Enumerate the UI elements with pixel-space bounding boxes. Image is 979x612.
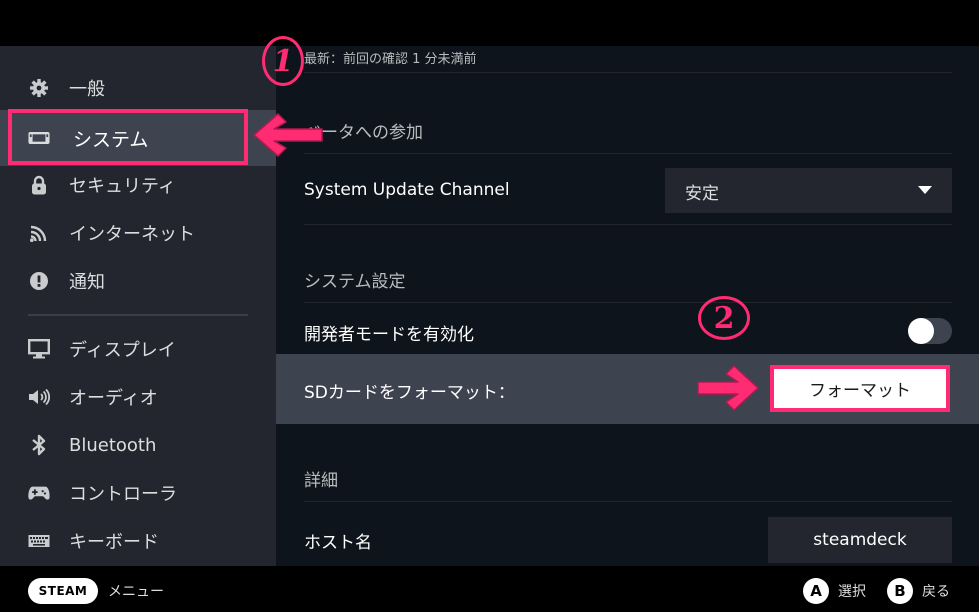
- developer-mode-toggle[interactable]: [908, 318, 952, 344]
- sidebar-item-label: キーボード: [69, 532, 159, 553]
- annotation-highlight-system: [8, 109, 248, 165]
- a-button-icon[interactable]: A: [803, 578, 829, 604]
- details-title: 詳細: [304, 471, 338, 491]
- format-button[interactable]: フォーマット: [770, 365, 950, 412]
- sidebar-item-keyboard[interactable]: キーボード: [0, 517, 276, 565]
- update-status-text: 最新：前回の確認 1 分未満前: [304, 52, 477, 67]
- sidebar-divider: [28, 314, 248, 316]
- bluetooth-icon: [28, 434, 50, 456]
- chevron-down-icon: [918, 186, 932, 194]
- wifi-icon: [28, 222, 50, 244]
- exclamation-icon: [28, 270, 50, 292]
- sidebar-item-security[interactable]: セキュリティ: [0, 161, 276, 209]
- annotation-arrow-left-icon: [253, 113, 323, 157]
- annotation-step-1: 1: [262, 36, 304, 86]
- sidebar-item-internet[interactable]: インターネット: [0, 209, 276, 257]
- menu-label: メニュー: [108, 584, 164, 600]
- sidebar-item-notifications[interactable]: 通知: [0, 257, 276, 305]
- toggle-knob: [908, 318, 934, 344]
- sidebar-item-label: セキュリティ: [69, 176, 176, 197]
- developer-mode-label: 開発者モードを有効化: [304, 325, 474, 345]
- hostname-label: ホスト名: [304, 533, 372, 553]
- divider: [304, 302, 952, 303]
- back-label: 戻る: [922, 584, 950, 600]
- annotation-arrow-right-icon: [697, 365, 759, 411]
- lock-icon: [28, 174, 50, 196]
- select-label: 選択: [838, 584, 866, 600]
- divider: [304, 224, 952, 225]
- settings-content: 最新：前回の確認 1 分未満前 ベータへの参加 System Update Ch…: [276, 46, 979, 566]
- steam-button[interactable]: STEAM: [28, 578, 98, 604]
- speaker-icon: [28, 386, 50, 408]
- divider: [304, 72, 952, 73]
- update-channel-dropdown[interactable]: 安定: [665, 168, 952, 213]
- gear-icon: [28, 77, 50, 99]
- monitor-icon: [28, 338, 50, 360]
- divider: [304, 153, 952, 154]
- b-button-icon[interactable]: B: [887, 578, 913, 604]
- hostname-field[interactable]: steamdeck: [768, 517, 952, 563]
- sidebar-item-bluetooth[interactable]: Bluetooth: [0, 421, 276, 469]
- system-settings-title: システム設定: [304, 272, 406, 292]
- sidebar-item-audio[interactable]: オーディオ: [0, 373, 276, 421]
- sidebar-item-label: インターネット: [69, 224, 195, 245]
- sidebar-item-label: オーディオ: [69, 388, 158, 409]
- annotation-step-2: 2: [698, 296, 750, 340]
- sidebar-item-label: 一般: [69, 79, 105, 100]
- update-channel-label: System Update Channel: [304, 180, 510, 200]
- sidebar-item-controller[interactable]: コントローラ: [0, 469, 276, 517]
- sidebar-item-label: ディスプレイ: [69, 340, 176, 361]
- divider: [304, 501, 952, 502]
- gamepad-icon: [28, 482, 50, 504]
- sidebar-item-label: 通知: [69, 272, 105, 293]
- sidebar-item-display[interactable]: ディスプレイ: [0, 325, 276, 373]
- sidebar-item-label: Bluetooth: [69, 434, 157, 456]
- top-bar: [0, 0, 979, 46]
- update-channel-value: 安定: [685, 184, 719, 204]
- sd-format-label: SDカードをフォーマット：: [304, 383, 515, 403]
- keyboard-icon: [28, 530, 50, 552]
- sidebar-item-label: コントローラ: [69, 484, 177, 505]
- bottom-bar: STEAM メニュー A 選択 B 戻る: [0, 566, 979, 612]
- sidebar-item-general[interactable]: 一般: [0, 64, 276, 112]
